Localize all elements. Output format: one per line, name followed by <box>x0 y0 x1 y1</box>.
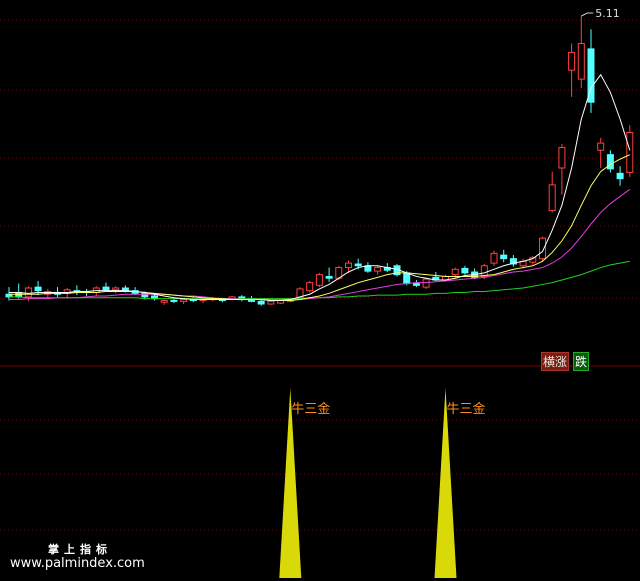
candle-up <box>315 274 323 286</box>
candle-down <box>354 263 362 267</box>
candle-down <box>102 286 110 291</box>
watermark-url: www.palmindex.com <box>10 556 145 571</box>
indicator-panel: 牛三金 牛三金 <box>279 388 486 578</box>
candle-up <box>548 184 556 212</box>
candle-up <box>539 237 546 260</box>
watermark-title: 掌上指标 <box>48 543 112 556</box>
candle-down <box>257 300 265 305</box>
candle-up <box>112 287 120 291</box>
candle-up <box>451 268 459 276</box>
price-annotations: 5.11 <box>581 7 620 20</box>
legend-up-label: 横涨 <box>541 352 570 371</box>
candle-down <box>616 172 624 180</box>
candle-up <box>490 252 498 264</box>
candle-down <box>412 283 420 286</box>
candle-up <box>267 300 275 305</box>
candle-down <box>403 272 411 285</box>
candle-down <box>34 286 42 292</box>
candle-up <box>345 262 352 269</box>
stock-chart: 5.11 牛三金 牛三金 <box>0 7 640 578</box>
candle-up <box>480 265 488 277</box>
candle-up <box>306 282 314 292</box>
signal-label: 牛三金 <box>291 401 330 417</box>
high-marker-label: 5.11 <box>595 7 620 20</box>
candle-up <box>597 142 605 151</box>
signal-label: 牛三金 <box>447 401 486 417</box>
legend-down-label: 跌 <box>573 352 590 371</box>
candle-up <box>558 147 566 169</box>
candle-up <box>180 299 188 302</box>
candle-up <box>24 287 32 298</box>
candle-down <box>170 299 178 302</box>
candle-up <box>374 267 382 272</box>
chart-stage: 5.11 牛三金 牛三金 横涨 跌 掌上指标 www.palmindex.com <box>0 0 640 581</box>
candle-up <box>626 131 634 173</box>
moving-average-lines <box>9 73 631 301</box>
candle-down <box>606 154 614 170</box>
candle-up <box>577 43 585 80</box>
candle-up <box>160 299 168 303</box>
candle-up <box>568 51 576 71</box>
candle-down <box>325 275 333 279</box>
candle-down <box>500 254 508 260</box>
high-marker-line <box>581 12 594 17</box>
candlestick-series <box>5 16 634 306</box>
ma-fast-line <box>9 73 631 301</box>
candle-down <box>461 267 469 274</box>
